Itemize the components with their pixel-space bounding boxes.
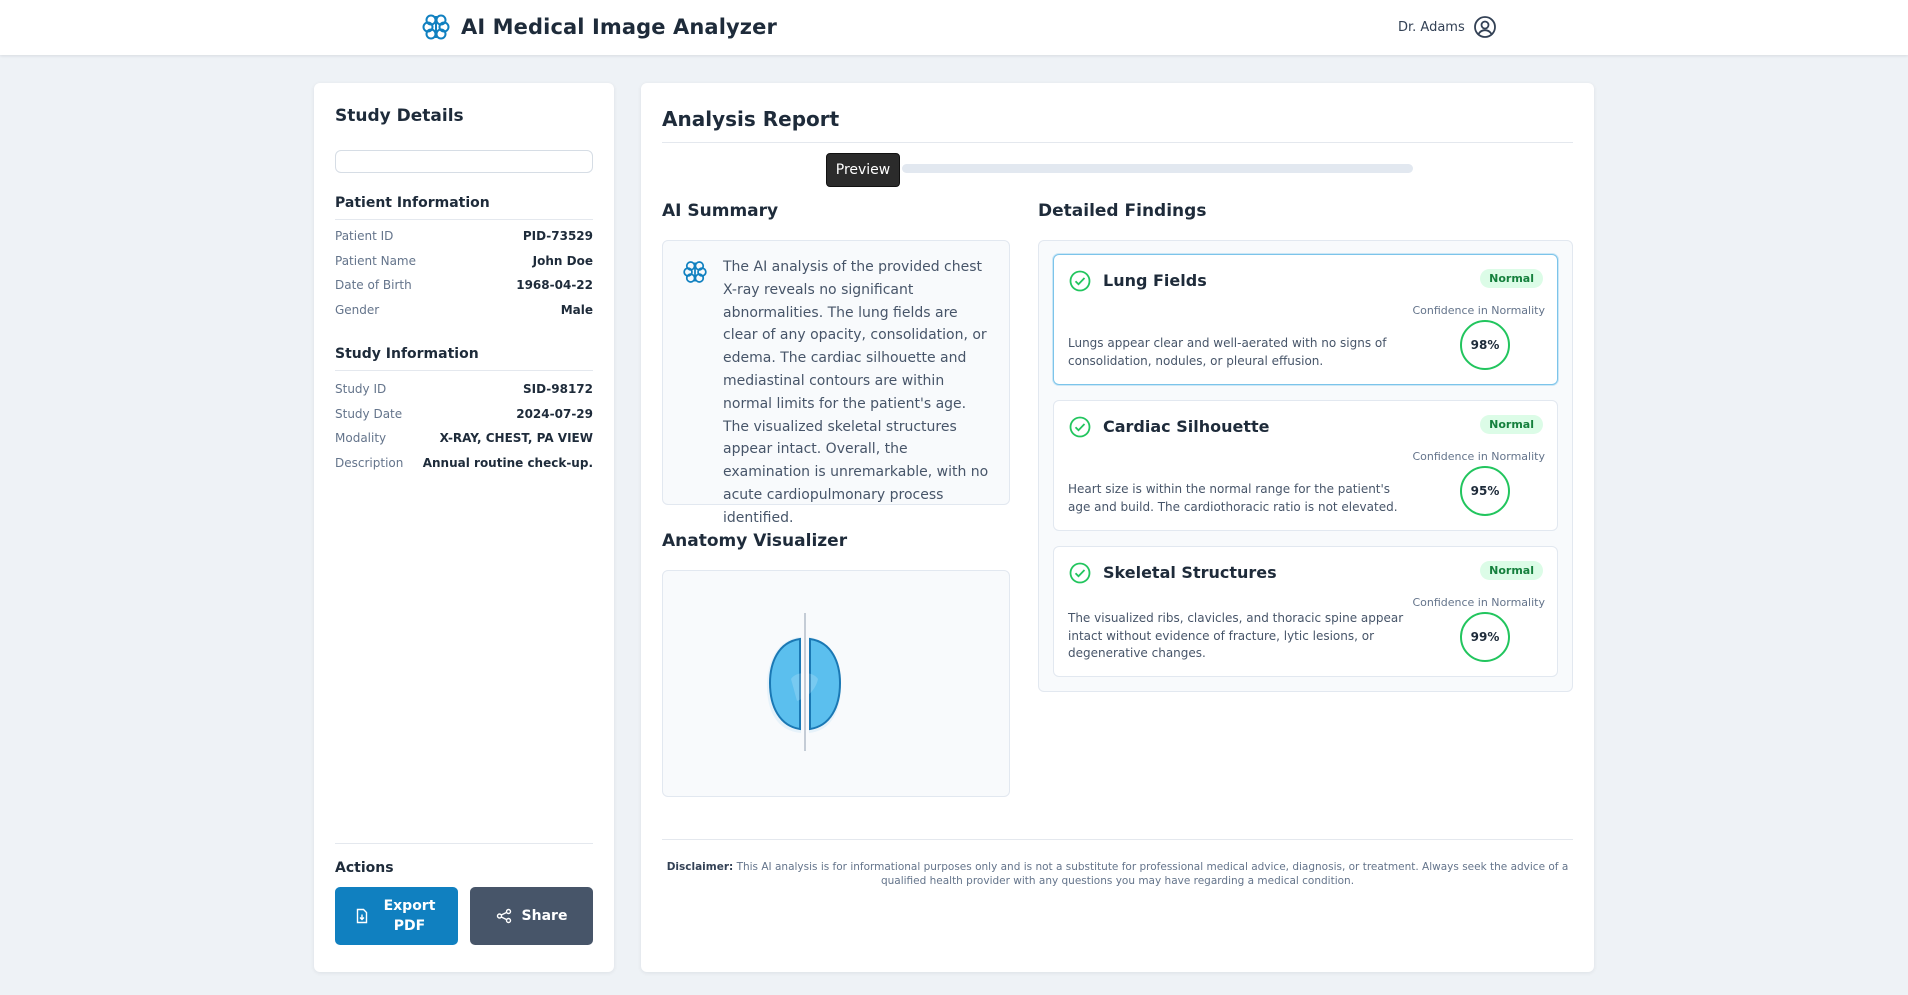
ai-summary-heading: AI Summary — [662, 201, 779, 221]
disclaimer: Disclaimer: This AI analysis is for info… — [662, 860, 1573, 888]
ai-summary-text: The AI analysis of the provided chest X-… — [723, 259, 989, 526]
anatomy-visualizer-heading: Anatomy Visualizer — [662, 531, 848, 551]
patient-name-value: John Doe — [532, 253, 593, 268]
analysis-report-panel: Analysis Report Preview AI Summary The A… — [641, 83, 1594, 972]
modality-label: Modality — [335, 431, 387, 446]
report-divider — [662, 142, 1573, 143]
confidence-label: Confidence in Normality — [1412, 450, 1545, 463]
patient-id-value: PID-73529 — [522, 229, 593, 244]
description-value: Annual routine check-up. — [422, 456, 593, 471]
export-pdf-label: Export PDF — [383, 898, 436, 934]
file-download-icon — [354, 908, 370, 924]
confidence-label: Confidence in Normality — [1412, 304, 1545, 317]
finding-description: The visualized ribs, clavicles, and thor… — [1068, 611, 1404, 660]
study-information-section: Study Information Study ID SID-98172 Stud… — [335, 346, 593, 475]
brand: AI Medical Image Analyzer — [421, 12, 777, 42]
progress-track[interactable] — [902, 164, 1413, 173]
study-id-row: Study ID SID-98172 — [335, 377, 593, 402]
date-of-birth-value: 1968-04-22 — [516, 278, 593, 293]
finding-title: Cardiac Silhouette — [1103, 417, 1270, 436]
share-label: Share — [521, 908, 568, 924]
status-badge: Normal — [1480, 269, 1543, 288]
status-badge: Normal — [1480, 415, 1543, 434]
description-label: Description — [335, 456, 404, 471]
brain-icon — [682, 259, 708, 285]
study-id-label: Study ID — [335, 382, 387, 397]
actions-heading: Actions — [335, 860, 394, 876]
export-pdf-button[interactable]: Export PDF — [335, 887, 458, 945]
anatomy-visualizer[interactable] — [662, 570, 1010, 797]
detailed-findings-heading: Detailed Findings — [1038, 201, 1207, 221]
patient-id-label: Patient ID — [335, 229, 394, 244]
actions-section: Actions Export PDF Share — [335, 843, 593, 945]
check-circle-icon — [1069, 270, 1091, 292]
study-search-input[interactable] — [335, 150, 593, 173]
gender-row: Gender Male — [335, 298, 593, 323]
patient-name-label: Patient Name — [335, 253, 416, 268]
disclaimer-text: This AI analysis is for informational pu… — [736, 861, 1569, 887]
modality-row: Modality X-RAY, CHEST, PA VIEW — [335, 426, 593, 451]
finding-title: Skeletal Structures — [1103, 563, 1277, 582]
confidence-ring: 98% — [1460, 320, 1510, 370]
share-icon — [496, 908, 512, 924]
study-information-heading: Study Information — [335, 346, 593, 371]
study-details-title: Study Details — [335, 106, 464, 126]
patient-information-section: Patient Information Patient ID PID-73529 … — [335, 195, 593, 322]
confidence-ring: 99% — [1460, 612, 1510, 662]
study-date-label: Study Date — [335, 406, 403, 421]
status-badge: Normal — [1480, 561, 1543, 580]
date-of-birth-label: Date of Birth — [335, 278, 412, 293]
study-date-value: 2024-07-29 — [516, 406, 593, 421]
description-row: Description Annual routine check-up. — [335, 451, 593, 476]
study-details-panel: Study Details Patient Information Patien… — [314, 83, 614, 972]
finding-title: Lung Fields — [1103, 271, 1207, 290]
confidence-ring: 95% — [1460, 466, 1510, 516]
share-button[interactable]: Share — [470, 887, 593, 945]
gender-value: Male — [560, 303, 593, 318]
check-circle-icon — [1069, 562, 1091, 584]
app-title: AI Medical Image Analyzer — [461, 15, 777, 39]
patient-name-row: Patient Name John Doe — [335, 249, 593, 274]
user-menu[interactable]: Dr. Adams — [1398, 15, 1497, 39]
modality-value: X-RAY, CHEST, PA VIEW — [439, 431, 593, 446]
detailed-findings-list: Lung Fields Normal Confidence in Normali… — [1038, 240, 1573, 692]
patient-information-heading: Patient Information — [335, 195, 593, 220]
brain-icon — [421, 12, 451, 42]
finding-card-cardiac-silhouette[interactable]: Cardiac Silhouette Normal Confidence in … — [1053, 400, 1558, 531]
disclaimer-divider — [662, 839, 1573, 840]
finding-description: Lungs appear clear and well-aerated with… — [1068, 336, 1387, 368]
top-bar: AI Medical Image Analyzer Dr. Adams — [0, 0, 1908, 55]
user-name: Dr. Adams — [1398, 19, 1465, 35]
confidence-label: Confidence in Normality — [1412, 596, 1545, 609]
finding-card-lung-fields[interactable]: Lung Fields Normal Confidence in Normali… — [1053, 254, 1558, 385]
finding-description: Heart size is within the normal range fo… — [1068, 482, 1398, 514]
finding-card-skeletal-structures[interactable]: Skeletal Structures Normal Confidence in… — [1053, 546, 1558, 677]
check-circle-icon — [1069, 416, 1091, 438]
user-circle-icon[interactable] — [1473, 15, 1497, 39]
preview-tooltip: Preview — [826, 153, 900, 187]
gender-label: Gender — [335, 303, 380, 318]
analysis-report-title: Analysis Report — [662, 107, 840, 131]
patient-id-row: Patient ID PID-73529 — [335, 224, 593, 249]
study-date-row: Study Date 2024-07-29 — [335, 402, 593, 427]
study-id-value: SID-98172 — [522, 382, 593, 397]
disclaimer-label: Disclaimer: — [666, 861, 734, 873]
date-of-birth-row: Date of Birth 1968-04-22 — [335, 273, 593, 298]
lungs-illustration — [767, 613, 842, 751]
ai-summary-box: The AI analysis of the provided chest X-… — [662, 240, 1010, 526]
